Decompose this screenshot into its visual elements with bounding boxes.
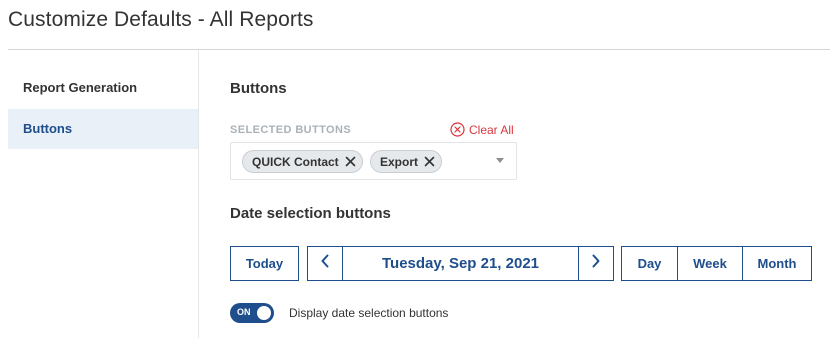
page-title: Customize Defaults - All Reports: [8, 8, 314, 31]
day-button[interactable]: Day: [622, 247, 677, 280]
toggle-state-label: ON: [237, 307, 251, 317]
next-date-button[interactable]: [578, 247, 613, 280]
chevron-right-icon: [591, 254, 601, 273]
chip-label: Export: [380, 154, 419, 169]
sidebar-item-buttons[interactable]: Buttons: [8, 109, 198, 149]
chevron-left-icon: [320, 254, 330, 273]
week-button[interactable]: Week: [677, 247, 742, 280]
remove-chip-icon[interactable]: [424, 156, 435, 167]
remove-chip-icon[interactable]: [345, 156, 356, 167]
date-navigator: Tuesday, Sep 21, 2021: [307, 246, 614, 281]
chip-export: Export: [370, 150, 443, 173]
clear-all-label: Clear All: [469, 122, 514, 137]
date-section-title: Date selection buttons: [230, 205, 391, 222]
chip-quick-contact: QUICK Contact: [242, 150, 363, 173]
chip-label: QUICK Contact: [252, 154, 339, 169]
display-date-buttons-toggle[interactable]: ON: [230, 303, 274, 323]
view-mode-group: Day Week Month: [621, 246, 812, 281]
sidebar-item-report-generation[interactable]: Report Generation: [8, 68, 198, 108]
toggle-label: Display date selection buttons: [289, 306, 449, 320]
clear-circle-icon: [450, 122, 465, 137]
clear-all-button[interactable]: Clear All: [450, 121, 514, 138]
dropdown-arrow-icon[interactable]: [496, 158, 504, 163]
sidebar: Report Generation Buttons: [8, 50, 199, 338]
month-button[interactable]: Month: [742, 247, 811, 280]
buttons-section-title: Buttons: [230, 80, 287, 97]
selected-buttons-label: SELECTED BUTTONS: [230, 124, 352, 136]
current-date[interactable]: Tuesday, Sep 21, 2021: [343, 247, 578, 280]
previous-date-button[interactable]: [308, 247, 343, 280]
selected-buttons-multiselect[interactable]: QUICK Contact Export: [230, 142, 517, 180]
toggle-knob: [257, 306, 271, 320]
today-button[interactable]: Today: [230, 246, 299, 281]
